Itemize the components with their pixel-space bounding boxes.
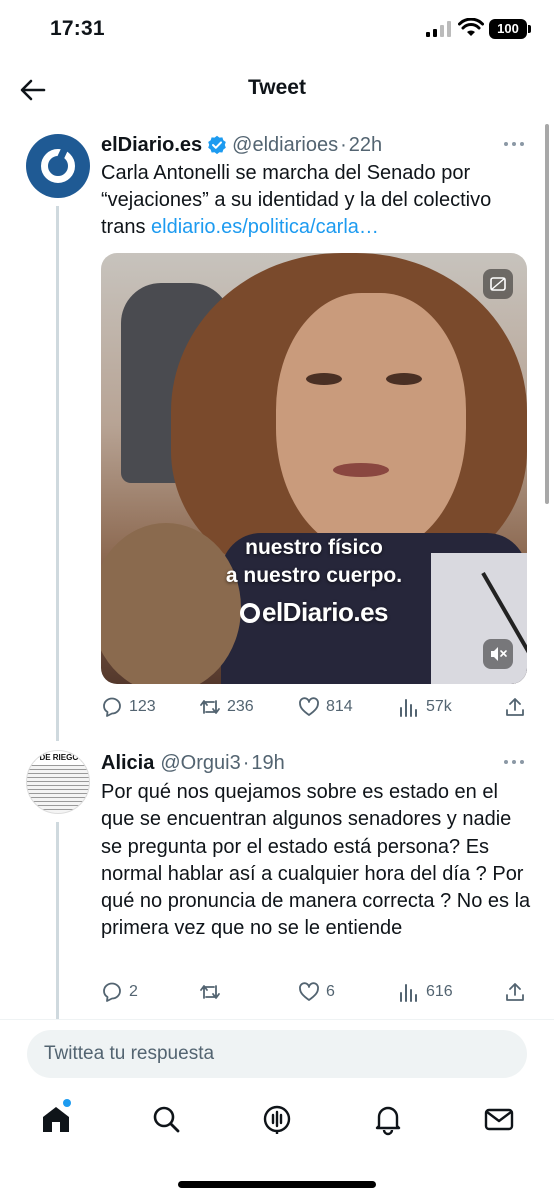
tab-spaces[interactable] xyxy=(260,1102,294,1136)
tweet-video[interactable]: nuestro físico a nuestro cuerpo. elDiari… xyxy=(101,253,527,684)
reply-views-count: 616 xyxy=(426,983,453,1000)
share-button[interactable] xyxy=(504,696,532,718)
reply-count: 123 xyxy=(129,698,156,715)
author-name[interactable]: elDiario.es xyxy=(101,134,202,157)
video-frame-face xyxy=(276,293,466,553)
header: Tweet xyxy=(0,60,554,118)
reply-retweet-button[interactable] xyxy=(199,981,227,1003)
divider xyxy=(0,1019,554,1020)
thread-line-reply xyxy=(56,822,59,1019)
tweet-link[interactable]: eldiario.es/politica/carla… xyxy=(151,216,379,238)
avatar-eldiario[interactable] xyxy=(26,134,90,198)
status-time: 17:31 xyxy=(50,17,105,40)
tab-messages[interactable] xyxy=(482,1102,516,1136)
reply-button[interactable]: 123 xyxy=(101,696,156,718)
more-options-icon[interactable] xyxy=(504,140,528,148)
tab-bar xyxy=(0,1095,554,1145)
closed-captions-button[interactable] xyxy=(483,269,513,299)
reply-author-name[interactable]: Alicia xyxy=(101,752,154,775)
tweet-header: elDiario.es @eldiarioes · 22h xyxy=(101,132,382,158)
notifications-icon xyxy=(375,1106,401,1136)
tab-notifications[interactable] xyxy=(371,1102,405,1136)
retweet-button[interactable]: 236 xyxy=(199,696,254,718)
page-title: Tweet xyxy=(248,76,306,99)
author-handle[interactable]: @eldiarioes xyxy=(232,134,338,157)
volume-muted-icon xyxy=(491,647,507,661)
messages-icon xyxy=(484,1108,514,1131)
tweet-text: Carla Antonelli se marcha del Senado por… xyxy=(101,160,531,241)
retweet-icon xyxy=(200,700,220,714)
like-button[interactable]: 814 xyxy=(298,696,353,718)
analytics-icon xyxy=(400,984,417,1002)
avatar-alicia[interactable]: DE RIEGO xyxy=(26,750,90,814)
spaces-icon xyxy=(263,1105,291,1134)
timestamp[interactable]: 22h xyxy=(349,134,382,157)
heart-icon xyxy=(299,982,319,1001)
views-button[interactable]: 57k xyxy=(398,696,452,718)
avatar-text: DE RIEGO xyxy=(27,751,89,765)
reply-like-button[interactable]: 6 xyxy=(298,981,335,1003)
reply-reply-count: 2 xyxy=(129,983,138,1000)
mute-button[interactable] xyxy=(483,639,513,669)
wifi-icon xyxy=(458,18,484,36)
home-indicator[interactable] xyxy=(178,1181,376,1188)
thread-line xyxy=(56,206,59,741)
views-count: 57k xyxy=(426,698,452,715)
tweet-actions: 123 236 814 57k xyxy=(101,696,531,720)
reply-reply-button[interactable]: 2 xyxy=(101,981,138,1003)
scrollbar[interactable] xyxy=(545,124,549,504)
retweet-count: 236 xyxy=(227,698,254,715)
reply-separator: · xyxy=(242,751,250,774)
status-bar: 17:31 100 xyxy=(0,0,554,60)
heart-icon xyxy=(299,697,319,716)
reply-share-button[interactable] xyxy=(504,981,532,1003)
closed-captions-icon xyxy=(490,277,506,291)
reply-composer[interactable]: Twittea tu respuesta xyxy=(27,1030,527,1078)
analytics-icon xyxy=(400,699,417,717)
reply-author-handle[interactable]: @Orgui3 xyxy=(160,752,240,775)
tab-home[interactable] xyxy=(39,1099,73,1136)
reply-like-count: 6 xyxy=(326,983,335,1000)
reply-timestamp[interactable]: 19h xyxy=(251,752,284,775)
video-watermark-logo: elDiario.es xyxy=(101,597,527,628)
video-caption-line-2: a nuestro cuerpo. xyxy=(225,564,403,587)
reply-views-button[interactable]: 616 xyxy=(398,981,453,1003)
home-icon xyxy=(43,1107,69,1132)
battery-indicator: 100 xyxy=(489,19,531,39)
reply-icon xyxy=(103,697,121,717)
home-notification-dot xyxy=(63,1099,71,1107)
reply-composer-placeholder: Twittea tu respuesta xyxy=(44,1043,215,1064)
reply-header: Alicia @Orgui3 · 19h xyxy=(101,750,285,776)
video-caption-line-1: nuestro físico xyxy=(245,536,383,559)
tab-search[interactable] xyxy=(149,1102,183,1136)
separator: · xyxy=(340,133,347,156)
cellular-signal-icon xyxy=(426,21,451,37)
like-count: 814 xyxy=(326,698,353,715)
share-icon xyxy=(506,983,524,1001)
reply-actions: 2 6 616 xyxy=(101,981,531,1005)
reply-text: Por qué nos quejamos sobre es estado en … xyxy=(101,781,531,940)
reply-more-options-icon[interactable] xyxy=(504,758,528,766)
verified-badge-icon xyxy=(208,135,226,155)
search-icon xyxy=(153,1106,180,1133)
share-icon xyxy=(506,698,524,716)
retweet-icon xyxy=(200,985,220,999)
reply-icon xyxy=(103,982,121,1002)
